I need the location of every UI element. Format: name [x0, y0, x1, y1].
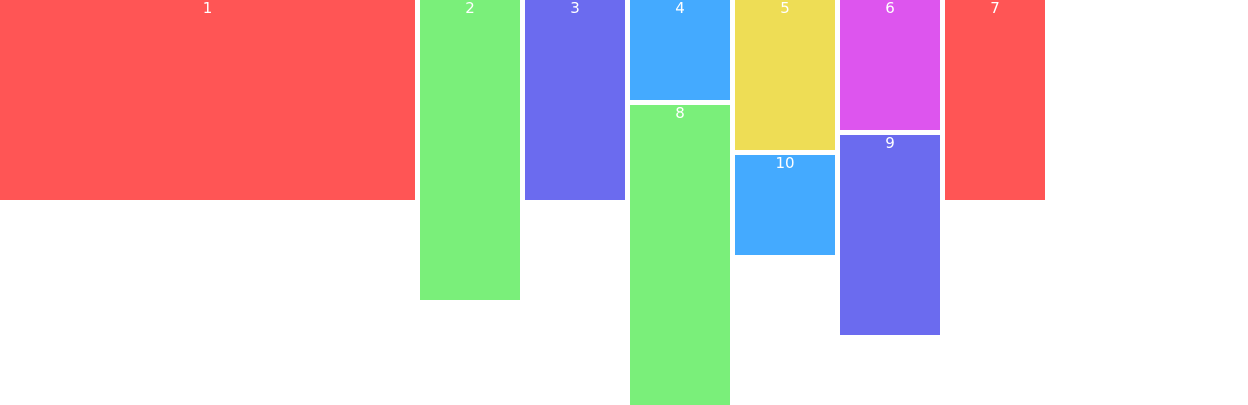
tile-label: 9	[885, 134, 895, 152]
tile-label: 8	[675, 104, 685, 122]
tile-9[interactable]: 9	[840, 135, 940, 335]
tile-label: 3	[570, 0, 580, 17]
tile-label: 6	[885, 0, 895, 17]
tile-label: 2	[465, 0, 475, 17]
tile-7[interactable]: 7	[945, 0, 1045, 200]
tile-label: 4	[675, 0, 685, 17]
tile-2[interactable]: 2	[420, 0, 520, 300]
tile-10[interactable]: 10	[735, 155, 835, 255]
tile-label: 1	[202, 0, 213, 17]
tile-label: 7	[990, 0, 1000, 17]
tile-5[interactable]: 5	[735, 0, 835, 150]
tile-label: 10	[775, 154, 795, 172]
tile-6[interactable]: 6	[840, 0, 940, 130]
tile-8[interactable]: 8	[630, 105, 730, 405]
tile-1[interactable]: 1	[0, 0, 415, 200]
tile-label: 5	[780, 0, 790, 17]
tile-3[interactable]: 3	[525, 0, 625, 200]
tile-4[interactable]: 4	[630, 0, 730, 100]
